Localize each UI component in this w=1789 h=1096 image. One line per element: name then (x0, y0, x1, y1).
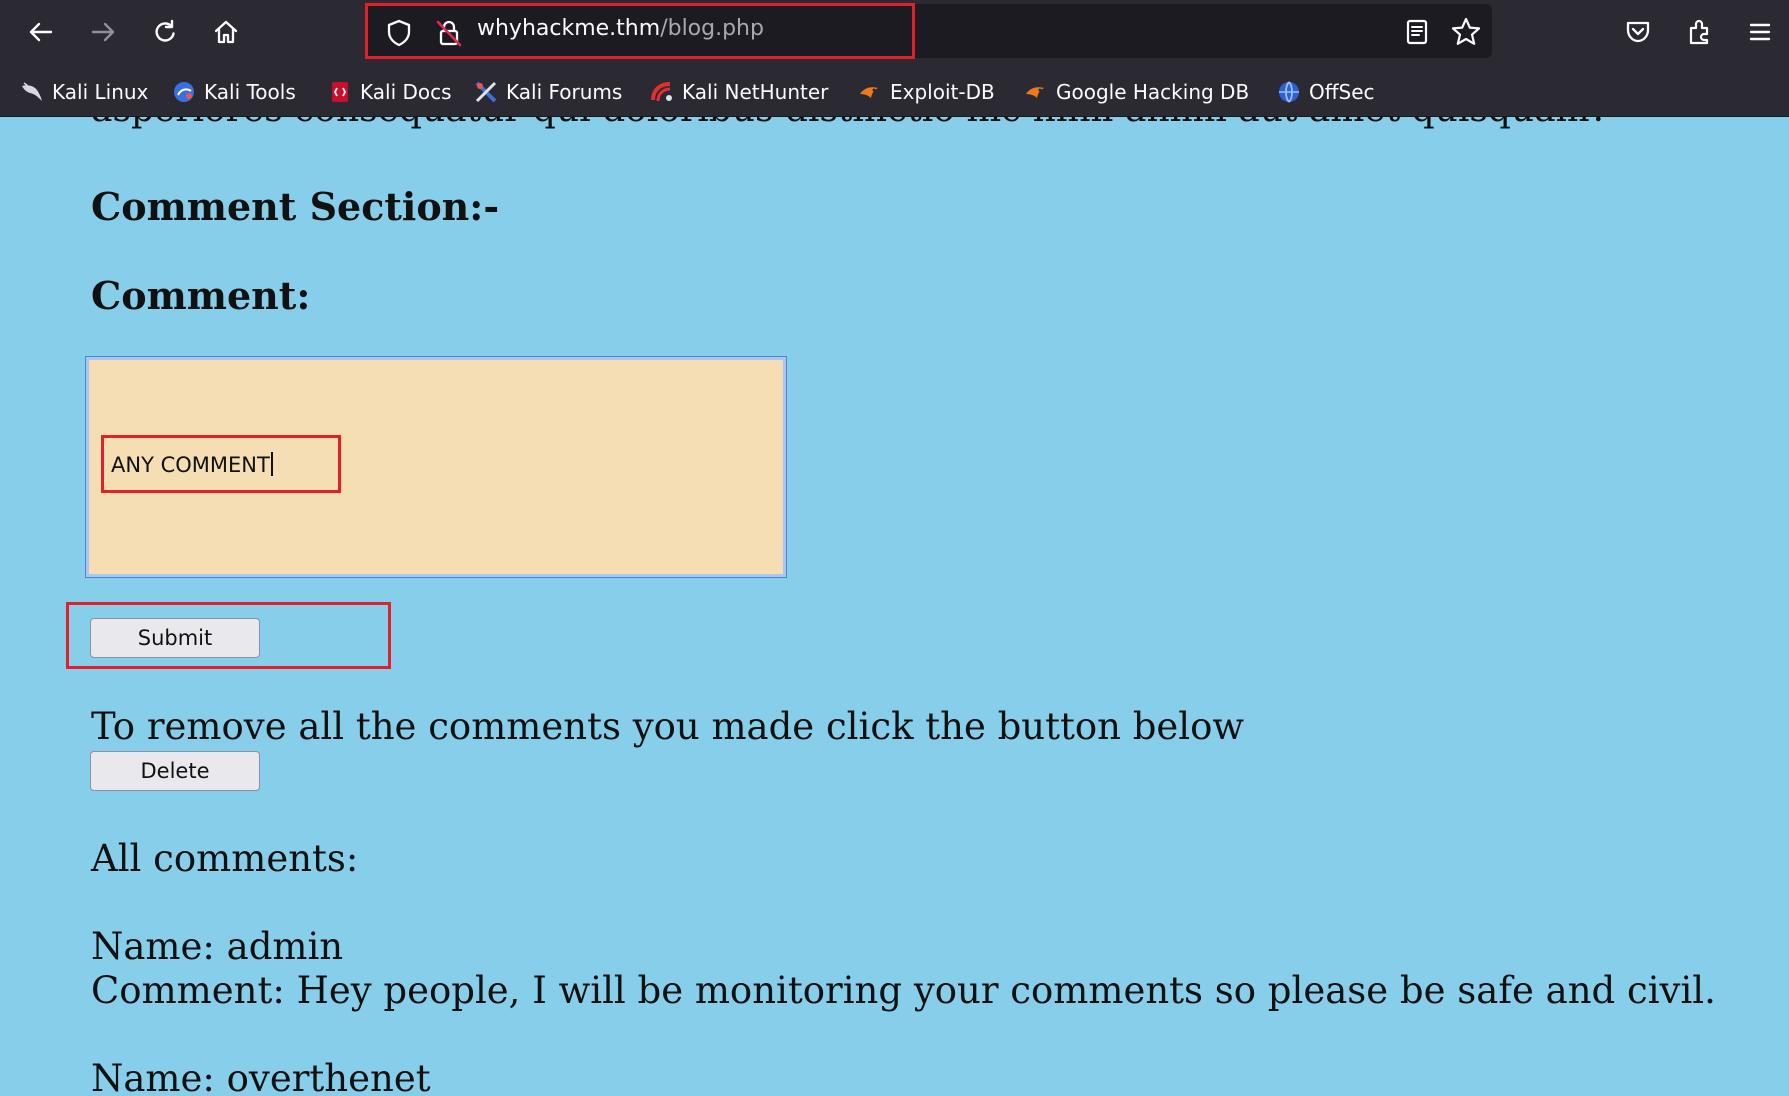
comment-name: Name: overthenet (91, 1057, 431, 1096)
bookmark-label: OffSec (1309, 80, 1375, 104)
post-body-text-cut-off: asperiores consequatur qui doloribus dis… (91, 117, 1609, 130)
bookmark-label: Kali Forums (506, 80, 623, 104)
comment-text: Comment: Hey people, I will be monitorin… (91, 969, 1716, 1012)
kali-dragon-icon (22, 82, 42, 101)
insecure-lock-icon[interactable] (434, 18, 464, 48)
url-path: /blog.php (660, 16, 764, 41)
pocket-icon[interactable] (1623, 17, 1653, 47)
exploit-db-icon (860, 87, 878, 98)
bookmark-label: Kali Tools (204, 80, 296, 104)
bookmark-label: Exploit-DB (890, 80, 995, 104)
submit-button[interactable]: Submit (90, 618, 260, 658)
url-host: whyhackme.thm (477, 16, 661, 41)
text-caret (270, 452, 273, 476)
kali-tools-icon (174, 82, 194, 102)
comment-label: Comment: (91, 273, 311, 318)
url-text[interactable]: whyhackme.thm/blog.php (477, 14, 764, 44)
forward-arrow-icon (91, 22, 115, 42)
bookmark-kali-docs[interactable]: Kali Docs (328, 74, 452, 110)
nethunter-icon (651, 82, 672, 102)
back-arrow-icon (29, 22, 53, 42)
forward-button[interactable] (81, 10, 125, 54)
bookmarks-toolbar: Kali Linux Kali Tools Kali Docs Kali For… (0, 74, 1789, 110)
home-icon (214, 20, 238, 44)
bookmark-star-icon[interactable] (1450, 16, 1482, 48)
bookmark-label: Kali Linux (52, 80, 149, 104)
all-comments-heading: All comments: (91, 837, 359, 880)
bookmark-kali-forums[interactable]: Kali Forums (474, 74, 622, 110)
comment-value-text: ANY COMMENT (111, 453, 270, 477)
bookmark-label: Google Hacking DB (1056, 80, 1250, 104)
bookmark-offsec[interactable]: OffSec (1277, 74, 1375, 110)
reload-button[interactable] (143, 10, 187, 54)
bookmark-exploit-db[interactable]: Exploit-DB (858, 74, 995, 110)
kali-forums-icon (475, 81, 497, 103)
bookmark-label: Kali NetHunter (682, 80, 829, 104)
ghdb-icon (1026, 87, 1044, 98)
menu-hamburger-icon[interactable] (1746, 18, 1774, 46)
bookmark-kali-linux[interactable]: Kali Linux (20, 74, 148, 110)
offsec-icon (1279, 81, 1299, 103)
page-viewport: asperiores consequatur qui doloribus dis… (0, 117, 1789, 1096)
comment-section-heading: Comment Section:- (91, 184, 500, 229)
delete-button[interactable]: Delete (90, 751, 260, 791)
bookmark-google-hacking-db[interactable]: Google Hacking DB (1024, 74, 1249, 110)
reader-view-icon[interactable] (1403, 18, 1431, 46)
home-button[interactable] (204, 10, 248, 54)
extensions-icon[interactable] (1685, 16, 1715, 46)
browser-toolbar: whyhackme.thm/blog.php Kali Linux Kali T… (0, 0, 1789, 117)
bookmark-kali-tools[interactable]: Kali Tools (172, 74, 296, 110)
back-button[interactable] (19, 10, 63, 54)
tracking-protection-shield-icon[interactable] (384, 18, 414, 48)
remove-comments-instruction: To remove all the comments you made clic… (91, 705, 1245, 748)
kali-docs-icon (332, 82, 348, 102)
comment-name: Name: admin (91, 925, 344, 968)
bookmark-label: Kali Docs (360, 80, 452, 104)
comment-textarea-value: ANY COMMENT (111, 452, 273, 477)
reload-icon (155, 19, 175, 42)
bookmark-kali-nethunter[interactable]: Kali NetHunter (650, 74, 828, 110)
